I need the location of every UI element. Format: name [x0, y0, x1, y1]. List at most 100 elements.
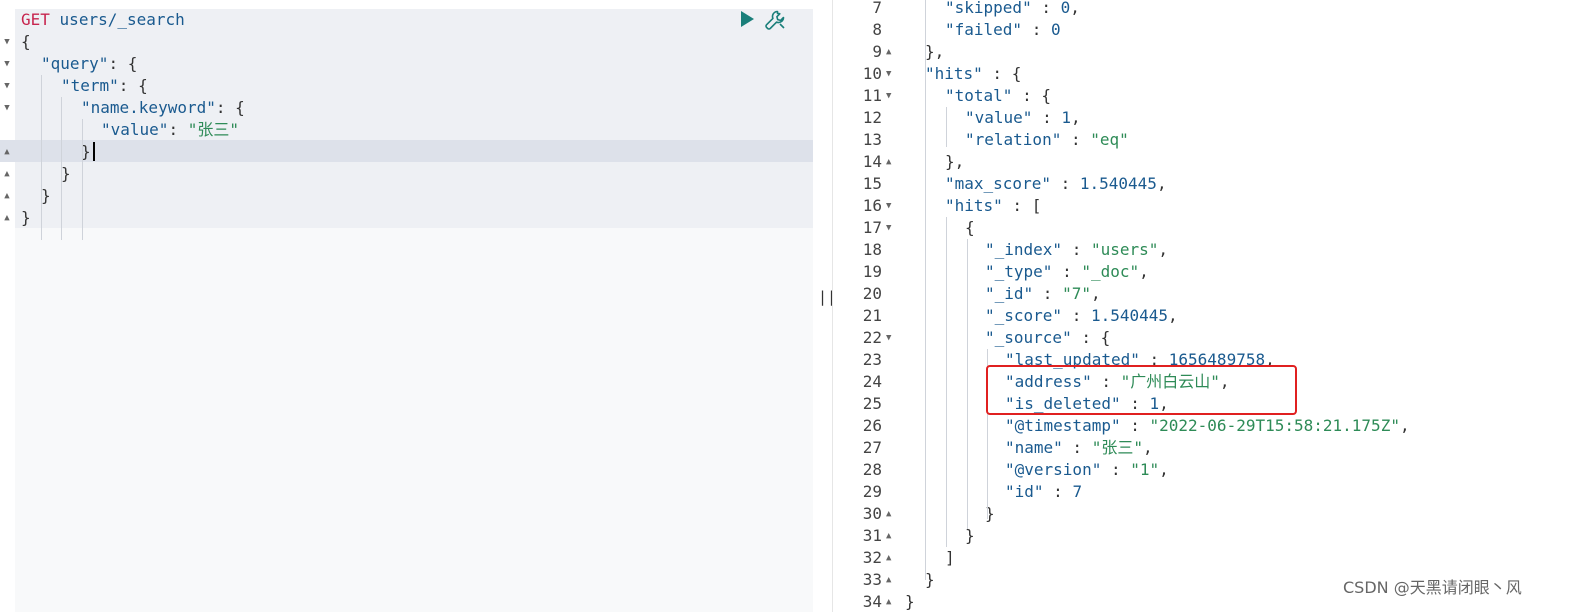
play-icon[interactable]	[741, 11, 754, 27]
pane-splitter[interactable]: ||	[818, 288, 836, 306]
line-number: 27	[862, 438, 882, 457]
json-key: "query"	[41, 54, 109, 73]
response-code-line: "value" : 1,	[965, 107, 1081, 129]
json-punctuation: }	[925, 570, 935, 589]
fold-down-icon[interactable]: ▼	[886, 195, 896, 217]
json-punctuation: {	[1041, 86, 1051, 105]
response-code-line: },	[945, 151, 964, 173]
json-punctuation: }	[21, 208, 31, 227]
request-code-line[interactable]: }	[41, 185, 51, 207]
fold-up-icon[interactable]: ▲	[2, 141, 12, 163]
json-punctuation: {	[1011, 64, 1022, 83]
line-number: 16	[862, 196, 882, 215]
json-key: "skipped"	[945, 0, 1032, 17]
fold-up-icon[interactable]: ▲	[886, 41, 896, 63]
line-number: 21	[862, 306, 882, 325]
request-code-line[interactable]: "name.keyword": {	[81, 97, 245, 119]
json-key: "id"	[1005, 482, 1044, 501]
json-punctuation: :	[982, 64, 1012, 83]
response-code-line: }	[905, 591, 915, 613]
fold-up-icon[interactable]: ▲	[886, 569, 896, 591]
line-number: 15	[862, 174, 882, 193]
fold-down-icon[interactable]: ▼	[2, 97, 12, 119]
fold-down-icon[interactable]: ▼	[2, 75, 12, 97]
json-key: "_type"	[985, 262, 1053, 281]
json-punctuation: [	[1031, 196, 1042, 215]
fold-up-icon[interactable]: ▲	[886, 151, 896, 173]
fold-down-icon[interactable]: ▼	[2, 53, 12, 75]
fold-up-icon[interactable]: ▲	[2, 185, 12, 207]
fold-up-icon[interactable]: ▲	[886, 525, 896, 547]
json-string-value: "eq"	[1090, 130, 1129, 149]
fold-up-icon[interactable]: ▲	[886, 503, 896, 525]
request-code-line[interactable]: {	[21, 31, 31, 53]
line-number: 26	[862, 416, 882, 435]
json-punctuation: :	[1061, 130, 1091, 149]
line-number: 12	[862, 108, 882, 127]
json-punctuation: },	[925, 42, 945, 61]
fold-up-icon[interactable]: ▲	[2, 207, 12, 229]
fold-up-icon[interactable]: ▲	[886, 591, 896, 613]
json-punctuation: :	[1033, 284, 1063, 303]
json-number-value: 1	[1061, 108, 1071, 127]
json-string-value: "张三"	[1091, 438, 1143, 457]
json-key: "hits"	[945, 196, 1003, 215]
json-punctuation: :	[1032, 108, 1062, 127]
json-punctuation: ,	[1139, 262, 1149, 281]
json-key: "value"	[101, 120, 169, 139]
response-code-line: {	[965, 217, 975, 239]
fold-down-icon[interactable]: ▼	[886, 85, 896, 107]
response-code-line: },	[925, 41, 944, 63]
request-code-line[interactable]: "query": {	[41, 53, 137, 75]
indent-guide	[946, 217, 947, 547]
json-punctuation: {	[965, 218, 975, 237]
json-string-value: "1"	[1130, 460, 1160, 479]
fold-down-icon[interactable]: ▼	[886, 217, 896, 239]
request-code-line[interactable]: }	[61, 163, 71, 185]
fold-up-icon[interactable]: ▲	[2, 163, 12, 185]
json-string-value: "users"	[1090, 240, 1159, 259]
line-number: 24	[862, 372, 882, 391]
fold-down-icon[interactable]: ▼	[886, 327, 896, 349]
active-line-highlight	[0, 140, 813, 162]
json-string-value: "_doc"	[1081, 262, 1140, 281]
json-key: "total"	[945, 86, 1013, 105]
wrench-icon[interactable]	[763, 8, 787, 32]
json-punctuation: :	[168, 120, 188, 139]
fold-up-icon[interactable]: ▲	[886, 547, 896, 569]
json-punctuation: }	[41, 186, 51, 205]
json-key: "@timestamp"	[1005, 416, 1121, 435]
json-punctuation: ]	[945, 548, 955, 567]
response-code-line: "_source" : {	[985, 327, 1110, 349]
editor-empty-area[interactable]	[15, 228, 813, 612]
request-line[interactable]: GET users/_search	[21, 9, 185, 31]
line-number: 18	[862, 240, 882, 259]
request-editor[interactable]: GET users/_search { ▼ "query": { ▼ "term": {…	[0, 0, 813, 612]
response-code-line: "max_score" : 1.540445,	[945, 173, 1167, 195]
json-key: "relation"	[965, 130, 1062, 149]
json-punctuation: :	[1062, 240, 1091, 259]
json-punctuation: ,	[1070, 0, 1080, 17]
fold-down-icon[interactable]: ▼	[2, 31, 12, 53]
line-number: 23	[862, 350, 882, 369]
request-code-line[interactable]: "value": "张三"	[101, 119, 239, 141]
json-punctuation: :	[1050, 174, 1080, 193]
indent-guide	[925, 0, 926, 580]
fold-down-icon[interactable]: ▼	[886, 63, 896, 85]
json-key: "_score"	[985, 306, 1063, 325]
json-punctuation: ,	[1070, 108, 1081, 127]
json-punctuation: :	[1101, 460, 1131, 479]
line-number: 7	[872, 0, 882, 17]
response-code-line: ]	[945, 547, 955, 569]
line-number: 9	[872, 42, 882, 61]
response-code-line: "id" : 7	[1005, 481, 1082, 503]
json-key: "failed"	[945, 20, 1023, 39]
json-number-value: 7	[1072, 482, 1083, 501]
json-punctuation: :	[1043, 482, 1073, 501]
request-code-line[interactable]: }	[21, 207, 31, 229]
json-key: "_id"	[985, 284, 1034, 303]
json-key: "name"	[1005, 438, 1063, 457]
json-punctuation: ,	[1158, 240, 1169, 259]
json-punctuation: },	[945, 152, 965, 171]
request-code-line[interactable]: "term": {	[61, 75, 148, 97]
